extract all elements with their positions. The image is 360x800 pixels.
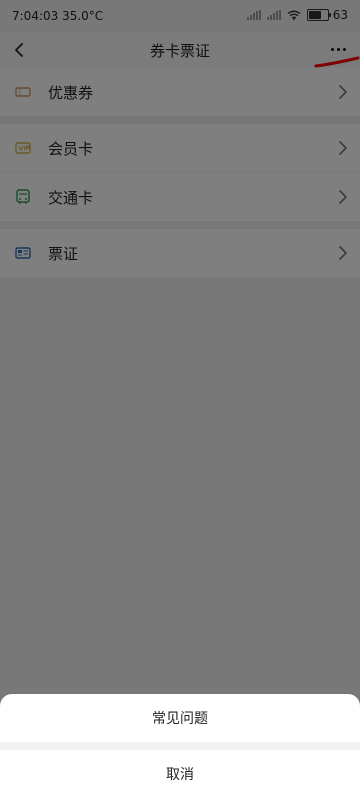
cancel-button[interactable]: 取消 bbox=[0, 750, 360, 798]
sheet-divider bbox=[0, 742, 360, 750]
modal-overlay[interactable] bbox=[0, 0, 360, 800]
faq-button[interactable]: 常见问题 bbox=[0, 694, 360, 742]
action-sheet: 常见问题 取消 bbox=[0, 694, 360, 800]
